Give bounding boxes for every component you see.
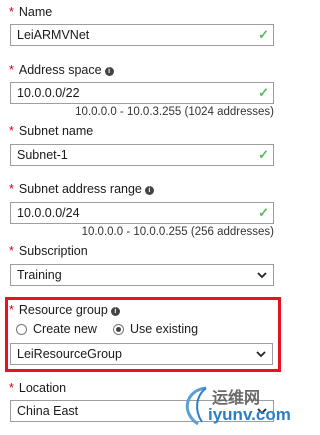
name-input[interactable]: LeiARMVNet ✓	[10, 24, 274, 46]
valid-check-icon: ✓	[258, 85, 269, 100]
address-space-hint: 10.0.0.0 - 10.0.3.255 (1024 addresses)	[75, 106, 274, 118]
subscription-label: * Subscription	[9, 244, 88, 258]
subscription-select[interactable]: Training	[10, 264, 274, 286]
location-label: * Location	[9, 381, 67, 395]
use-existing-label[interactable]: Use existing	[130, 322, 198, 336]
chevron-down-icon	[256, 351, 266, 358]
info-icon[interactable]: i	[104, 67, 114, 76]
address-space-label: * Address space i	[9, 63, 114, 77]
subnet-range-input[interactable]: 10.0.0.0/24 ✓	[10, 202, 274, 224]
resource-group-options: Create new Use existing	[16, 322, 198, 336]
create-new-label[interactable]: Create new	[33, 322, 97, 336]
required-mark: *	[9, 5, 14, 19]
valid-check-icon: ✓	[258, 27, 269, 42]
info-icon[interactable]: i	[144, 186, 154, 195]
chevron-down-icon	[257, 272, 267, 279]
create-new-radio[interactable]	[16, 323, 27, 335]
resource-group-select[interactable]: LeiResourceGroup	[10, 343, 273, 365]
name-label: * Name	[9, 5, 53, 19]
subnet-range-hint: 10.0.0.0 - 10.0.0.255 (256 addresses)	[81, 226, 274, 238]
subnet-range-label: * Subnet address range i	[9, 182, 154, 196]
resource-group-label: * Resource group i	[9, 303, 120, 317]
info-icon[interactable]: i	[110, 307, 120, 316]
use-existing-radio[interactable]	[112, 323, 124, 335]
subnet-name-label: * Subnet name	[9, 124, 94, 138]
valid-check-icon: ✓	[258, 205, 269, 220]
watermark-en: iyunv.com	[208, 405, 291, 424]
subnet-name-input[interactable]: Subnet-1 ✓	[10, 144, 274, 166]
valid-check-icon: ✓	[258, 147, 269, 162]
address-space-input[interactable]: 10.0.0.0/22 ✓	[10, 82, 274, 104]
